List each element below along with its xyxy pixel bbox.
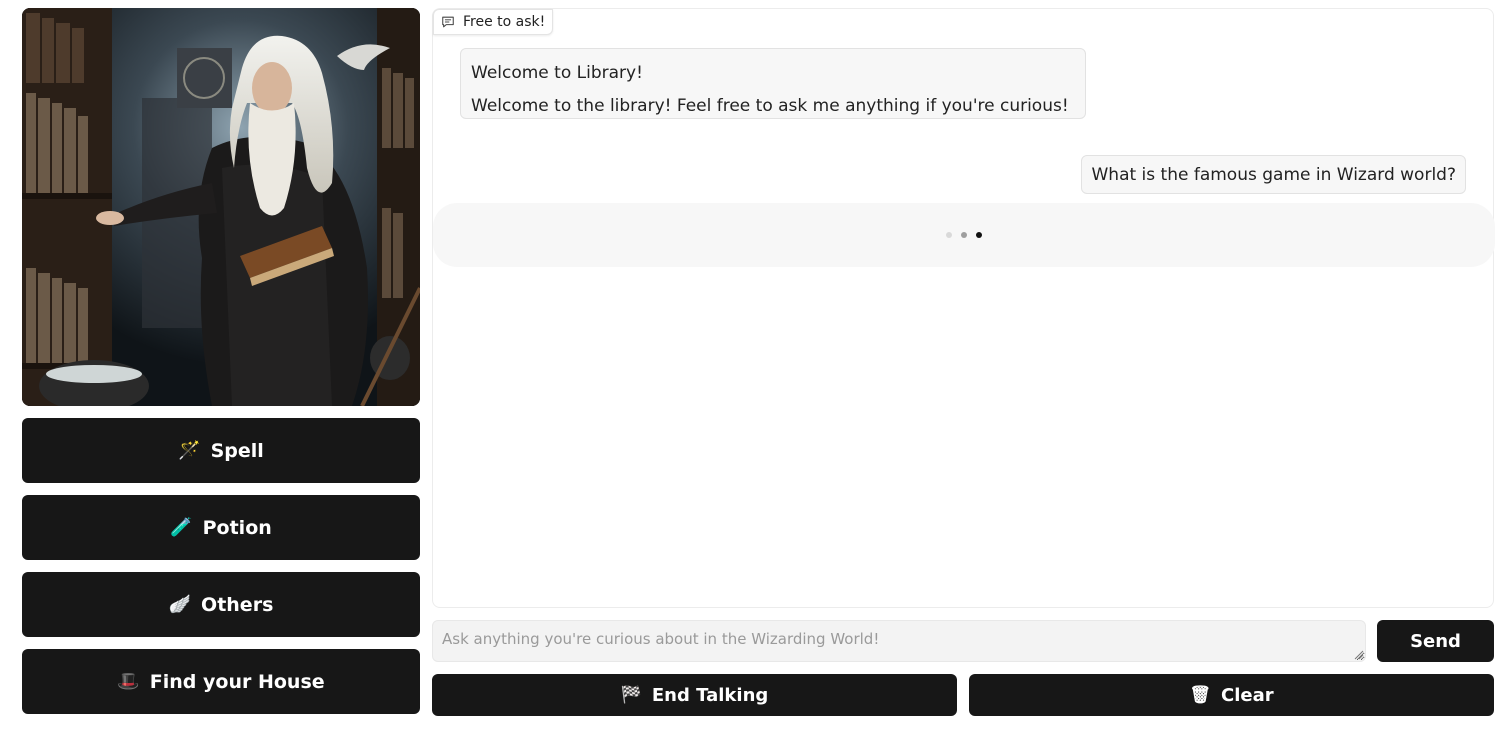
send-button[interactable]: Send bbox=[1377, 620, 1494, 662]
end-talking-button[interactable]: 🏁 End Talking bbox=[432, 674, 957, 716]
magic-wand-icon: 🪄 bbox=[178, 440, 201, 461]
chat-panel-label: Free to ask! bbox=[433, 9, 554, 35]
chat-panel: Free to ask! Welcome to Library! Welcome… bbox=[432, 8, 1495, 608]
bot-message: Welcome to Library! Welcome to the libra… bbox=[460, 48, 1086, 119]
clear-label: Clear bbox=[1220, 684, 1274, 706]
golden-snitch-icon: 🪽 bbox=[168, 594, 192, 615]
wizard-portrait-image bbox=[22, 8, 420, 406]
typing-indicator bbox=[433, 203, 1495, 267]
spell-button[interactable]: 🪄 Spell bbox=[22, 418, 420, 483]
bot-message-line: Welcome to Library! bbox=[471, 63, 643, 83]
spell-button-label: Spell bbox=[210, 439, 264, 462]
clear-button[interactable]: 🗑 Clear bbox=[969, 674, 1494, 716]
user-message: What is the famous game in Wizard world? bbox=[1081, 155, 1466, 194]
typing-dot bbox=[976, 232, 982, 238]
chat-bubble-icon bbox=[442, 16, 454, 28]
others-button[interactable]: 🪽 Others bbox=[22, 572, 420, 637]
wizard-hat-icon: 🎩 bbox=[117, 671, 140, 692]
chat-panel-label-text: Free to ask! bbox=[463, 14, 546, 30]
end-talking-label: End Talking bbox=[651, 684, 769, 706]
potion-button[interactable]: 🧪 Potion bbox=[22, 495, 420, 560]
potion-icon: 🧪 bbox=[170, 517, 193, 538]
find-your-house-button-label: Find your House bbox=[149, 670, 325, 693]
bot-message-line: Welcome to the library! Feel free to ask… bbox=[471, 96, 1069, 116]
potion-button-label: Potion bbox=[202, 516, 272, 539]
typing-dot bbox=[946, 232, 952, 238]
message-input[interactable] bbox=[432, 620, 1366, 662]
others-button-label: Others bbox=[201, 593, 274, 616]
checkered-flag-icon: 🏁 bbox=[620, 685, 642, 705]
sidebar: 🪄 Spell 🧪 Potion 🪽 Others 🎩 Find your Ho… bbox=[22, 8, 420, 714]
find-your-house-button[interactable]: 🎩 Find your House bbox=[22, 649, 420, 714]
typing-dot bbox=[961, 232, 967, 238]
wastebasket-icon: 🗑 bbox=[1189, 685, 1211, 705]
